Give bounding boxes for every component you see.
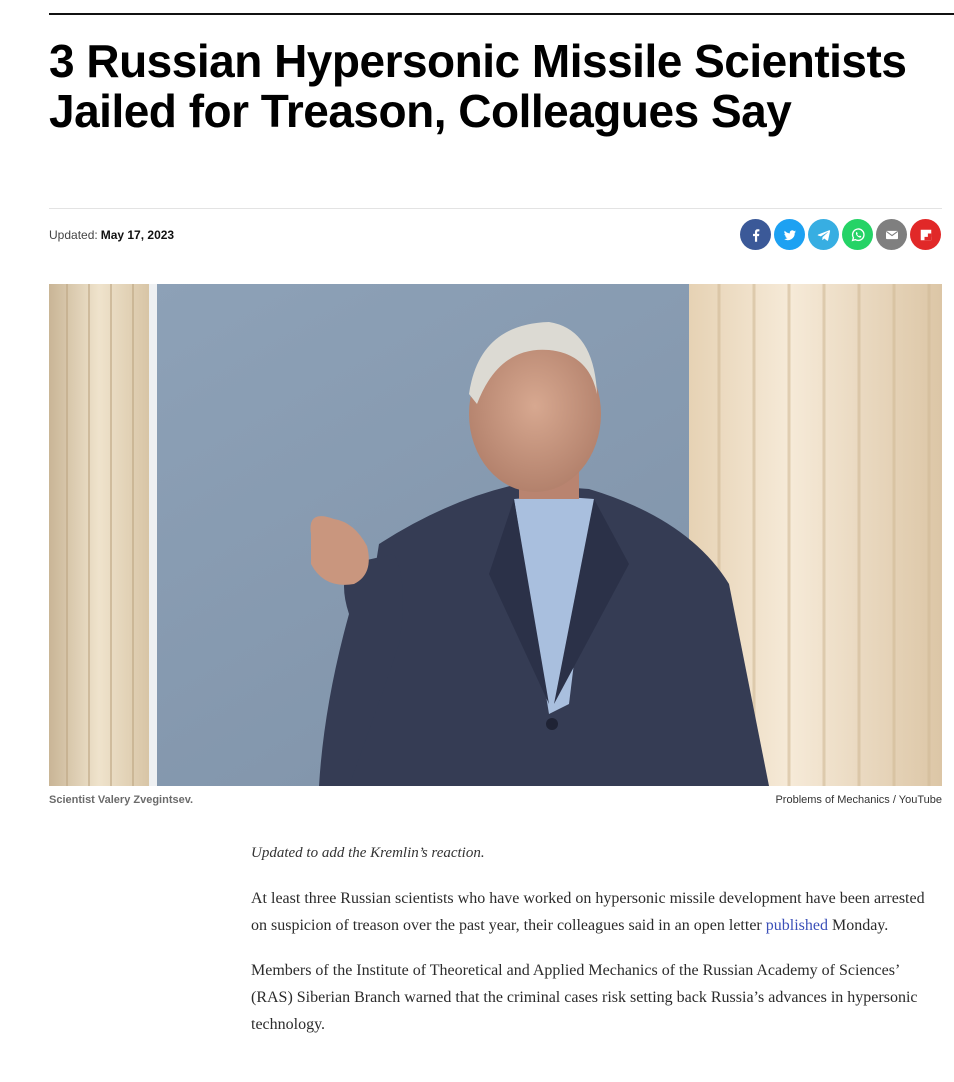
whatsapp-share-button[interactable]: [842, 219, 873, 250]
article-body: Updated to add the Kremlin’s reaction. A…: [251, 840, 931, 1056]
updated-date: May 17, 2023: [100, 228, 175, 242]
twitter-icon: [783, 229, 796, 240]
top-rule: [49, 13, 954, 15]
facebook-share-button[interactable]: [740, 219, 771, 250]
published-link[interactable]: published: [766, 917, 828, 934]
meta-divider: [49, 208, 942, 209]
paragraph-1-tail: Monday.: [827, 917, 889, 934]
paragraph-2: Members of the Institute of Theoretical …: [251, 962, 918, 1033]
telegram-share-button[interactable]: [808, 219, 839, 250]
twitter-share-button[interactable]: [774, 219, 805, 250]
email-share-button[interactable]: [876, 219, 907, 250]
share-bar: [740, 219, 941, 250]
flipboard-icon: [920, 229, 931, 240]
telegram-icon: [817, 229, 830, 241]
flipboard-share-button[interactable]: [910, 219, 941, 250]
facebook-icon: [752, 228, 759, 242]
article-headline: 3 Russian Hypersonic Missile Scientists …: [49, 35, 907, 137]
photo-credit: Problems of Mechanics / YouTube: [775, 794, 942, 806]
paragraph-1: At least three Russian scientists who ha…: [251, 885, 931, 939]
updated-info: Updated: May 17, 2023: [49, 228, 174, 242]
mail-icon: [885, 230, 898, 239]
whatsapp-icon: [851, 227, 865, 241]
updated-label: Updated:: [49, 228, 98, 242]
article-photo: [49, 284, 942, 786]
update-note: Updated to add the Kremlin’s reaction.: [251, 845, 485, 861]
photo-caption: Scientist Valery Zvegintsev.: [49, 794, 194, 806]
